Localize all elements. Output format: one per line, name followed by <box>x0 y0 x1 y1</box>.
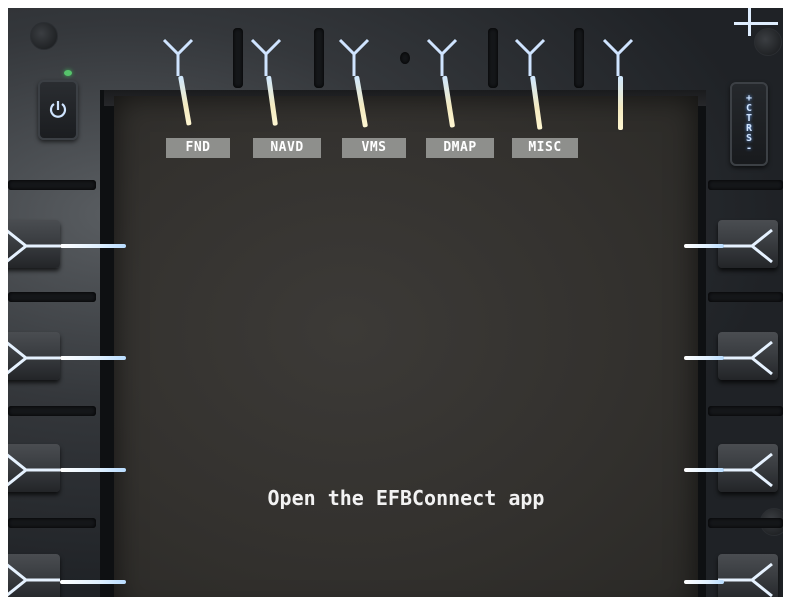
bezel-slot <box>708 406 783 416</box>
softkey-arrow-icon <box>250 38 282 76</box>
softkey-wire <box>60 580 126 584</box>
bezel-slot <box>233 28 243 88</box>
softkey-wire <box>684 580 724 584</box>
bezel-screw <box>30 22 58 50</box>
top-softkey-4[interactable] <box>424 36 460 76</box>
bezel-slot <box>708 518 783 528</box>
softkey-wire <box>684 356 724 360</box>
bezel-slot <box>708 292 783 302</box>
softkey-arrow-icon <box>338 38 370 76</box>
right-softkey-1[interactable] <box>718 220 778 268</box>
softkey-wire <box>684 244 724 248</box>
display-screen <box>114 96 698 597</box>
softkey-arrow-icon <box>718 228 773 264</box>
top-softkey-6[interactable] <box>600 36 636 76</box>
softkey-wire <box>684 468 724 472</box>
top-softkey-2[interactable] <box>248 36 284 76</box>
softkey-arrow-icon <box>8 563 60 597</box>
softkey-wire <box>60 244 126 248</box>
softkey-arrow-icon <box>718 340 773 376</box>
softkey-arrow-icon <box>8 229 60 263</box>
left-softkey-1[interactable] <box>8 220 60 268</box>
top-softkey-3[interactable] <box>336 36 372 76</box>
power-icon <box>49 101 67 118</box>
softkey-wire <box>60 468 126 472</box>
right-softkey-2[interactable] <box>718 332 778 380</box>
bezel-slot <box>574 28 584 88</box>
tab-misc[interactable]: MISC <box>512 138 578 158</box>
softkey-arrow-icon <box>162 38 194 76</box>
softkey-arrow-icon <box>8 341 60 375</box>
bezel-slot <box>400 52 410 64</box>
screen-message: Open the EFBConnect app <box>267 486 545 510</box>
softkey-arrow-icon <box>514 38 546 76</box>
bezel-slot <box>8 518 96 528</box>
power-led <box>64 70 72 76</box>
top-softkey-5[interactable] <box>512 36 548 76</box>
softkey-arrow-icon <box>8 453 60 487</box>
top-softkey-1[interactable] <box>160 36 196 76</box>
softkey-arrow-icon <box>718 562 773 597</box>
power-button[interactable] <box>38 80 78 140</box>
ctrs-char: - <box>745 143 753 154</box>
left-softkey-3[interactable] <box>8 444 60 492</box>
bezel-slot <box>488 28 498 88</box>
left-softkey-2[interactable] <box>8 332 60 380</box>
softkey-wire <box>60 356 126 360</box>
tab-navd[interactable]: NAVD <box>253 138 321 158</box>
tab-fnd[interactable]: FND <box>166 138 230 158</box>
bezel-slot <box>708 180 783 190</box>
ctrs-button[interactable]: + C T R S - <box>730 82 768 166</box>
bezel-slot <box>8 180 96 190</box>
tab-dmap[interactable]: DMAP <box>426 138 494 158</box>
bezel-screw <box>754 28 782 56</box>
left-softkey-4[interactable] <box>8 554 60 597</box>
tab-vms[interactable]: VMS <box>342 138 406 158</box>
right-softkey-4[interactable] <box>718 554 778 597</box>
crosshair-icon <box>748 8 751 36</box>
softkey-arrow-icon <box>718 452 773 488</box>
display-bezel: + C T R S - FND NAVD VMS DMAP MISC Open … <box>8 8 783 597</box>
softkey-arrow-icon <box>602 38 634 76</box>
bezel-slot <box>8 406 96 416</box>
crosshair-icon <box>734 22 778 25</box>
bezel-slot <box>314 28 324 88</box>
softkey-wire <box>618 76 623 130</box>
bezel-slot <box>8 292 96 302</box>
softkey-arrow-icon <box>426 38 458 76</box>
right-softkey-3[interactable] <box>718 444 778 492</box>
